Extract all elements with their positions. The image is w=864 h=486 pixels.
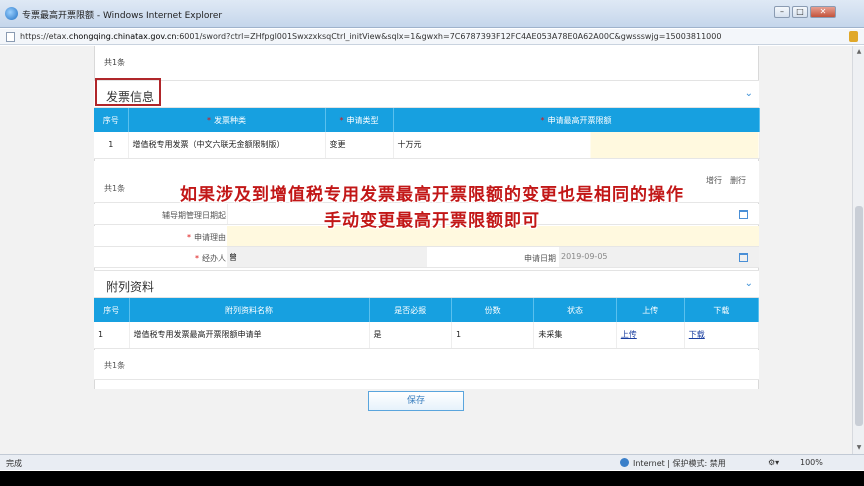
col-index: 序号 <box>94 298 130 322</box>
table-row[interactable]: 1 增值税专用发票（中文六联无金额限制版） 变更 十万元 <box>94 132 760 159</box>
apply-date-value: 2019-09-05 <box>561 252 608 261</box>
apply-date-label: 申请日期 <box>524 254 556 263</box>
top-count: 共1条 <box>104 58 126 67</box>
col-index: 序号 <box>94 108 129 132</box>
attachments-count: 共1条 <box>104 361 126 370</box>
title-bar: 专票最高开票限额 - Windows Internet Explorer – □… <box>0 0 864 28</box>
upload-cell: 上传 <box>616 322 685 349</box>
download-link[interactable]: 下载 <box>689 330 705 339</box>
col-status: 状态 <box>533 298 617 322</box>
row-index: 1 <box>94 132 129 159</box>
address-bar[interactable]: https://etax.chongqing.chinatax.gov.cn:6… <box>0 29 864 45</box>
col-upload: 上传 <box>616 298 685 322</box>
download-cell: 下载 <box>684 322 760 349</box>
highlight-box <box>95 78 161 106</box>
max-limit-cell[interactable]: 十万元 <box>393 132 760 159</box>
invoice-table: 序号 * 发票种类 * 申请类型 * 申请最高开票限额 1 增值税专用发票（中文六联无… <box>94 108 760 159</box>
url-text[interactable]: https://etax.chongqing.chinatax.gov.cn:6… <box>20 32 721 41</box>
lock-icon[interactable] <box>849 31 858 42</box>
globe-icon <box>620 458 629 467</box>
apply-type-cell[interactable]: 变更 <box>325 132 394 159</box>
max-limit-value: 十万元 <box>397 140 422 150</box>
col-copies: 份数 <box>451 298 535 322</box>
chevron-down-icon[interactable]: ⌄ <box>745 278 753 289</box>
attachments-count-row: 共1条 <box>94 350 759 380</box>
table-row: 1 增值税专用发票最高开票限额申请单 是 1 未采集 上传 下载 <box>94 322 760 349</box>
browser-window: 专票最高开票限额 - Windows Internet Explorer – □… <box>0 0 864 486</box>
reason-label: * 申请理由 <box>187 233 226 242</box>
col-invoice-type: * 发票种类 <box>128 108 326 132</box>
col-max-limit: * 申请最高开票限额 <box>393 108 760 132</box>
attachment-copies: 1 <box>451 322 535 349</box>
attachment-status: 未采集 <box>533 322 617 349</box>
attachment-name: 增值税专用发票最高开票限额申请单 <box>129 322 370 349</box>
col-apply-type: * 申请类型 <box>325 108 394 132</box>
chevron-down-icon[interactable]: ⌄ <box>745 88 753 99</box>
col-required: 是否必报 <box>369 298 452 322</box>
invoice-section-header[interactable]: 发票信息 ⌄ <box>94 80 759 108</box>
scroll-up-icon[interactable]: ▲ <box>855 48 863 56</box>
operator-label: * 经办人 <box>195 254 226 263</box>
col-download: 下载 <box>684 298 760 322</box>
settings-icon[interactable]: ⚙▾ <box>768 458 779 467</box>
letterbox-bottom <box>0 471 864 486</box>
close-button[interactable]: ✕ <box>810 6 836 18</box>
row-index: 1 <box>94 322 130 349</box>
calendar-icon[interactable] <box>739 253 748 262</box>
scroll-thumb[interactable] <box>855 206 863 426</box>
operator-row: * 经办人 曾 申请日期 2019-09-05 <box>94 247 759 268</box>
status-text: 完成 <box>6 459 22 468</box>
upload-link[interactable]: 上传 <box>621 330 637 339</box>
page-icon <box>6 32 15 42</box>
overlay-caption-line2: 手动变更最高开票限额即可 <box>324 211 540 231</box>
operator-field[interactable]: 曾 <box>227 247 427 267</box>
attachments-section-header[interactable]: 附列资料 ⌄ <box>94 270 759 298</box>
attachments-table: 序号 附列资料名称 是否必报 份数 状态 上传 下载 1 增值税专用发票最高开票… <box>94 298 760 349</box>
scroll-down-icon[interactable]: ▼ <box>855 444 863 452</box>
apply-date-field[interactable]: 2019-09-05 <box>559 247 759 267</box>
invoice-type-cell[interactable]: 增值税专用发票（中文六联无金额限制版） <box>128 132 326 159</box>
minimize-button[interactable]: – <box>774 6 790 18</box>
maximize-button[interactable]: □ <box>792 6 808 18</box>
vertical-scrollbar[interactable]: ▲ ▼ <box>852 46 864 454</box>
attachment-required: 是 <box>369 322 452 349</box>
col-attachment-name: 附列资料名称 <box>129 298 370 322</box>
window-title: 专票最高开票限额 - Windows Internet Explorer <box>22 11 223 21</box>
window-controls: – □ ✕ <box>774 6 836 18</box>
ie-logo-icon <box>5 7 18 20</box>
zoom-level[interactable]: 100% <box>800 458 823 467</box>
save-button[interactable]: 保存 <box>368 391 464 411</box>
attachments-section-title: 附列资料 <box>106 280 155 294</box>
status-bar: 完成 Internet | 保护模式: 禁用 ⚙▾ 100% <box>0 454 864 470</box>
operator-value: 曾 <box>229 253 237 262</box>
overlay-caption-line1: 如果涉及到增值税专用发票最高开票限额的变更也是相同的操作 <box>180 185 684 205</box>
security-zone[interactable]: Internet | 保护模式: 禁用 <box>633 458 726 469</box>
